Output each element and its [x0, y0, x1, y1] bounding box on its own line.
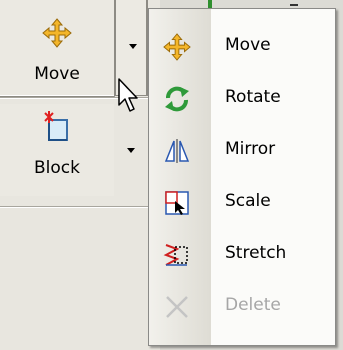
- stretch-icon: [163, 241, 191, 269]
- background-fragment: [290, 4, 298, 6]
- toolbar-divider: [0, 206, 150, 208]
- background-fragment: [208, 0, 212, 8]
- chevron-down-icon: [127, 148, 135, 153]
- menu-item-label: Move: [225, 35, 271, 55]
- block-insert-icon: [0, 110, 114, 148]
- scale-icon: [163, 189, 191, 217]
- chevron-down-icon: [129, 44, 137, 49]
- mouse-pointer-icon: [118, 78, 142, 118]
- menu-item-rotate[interactable]: Rotate: [149, 73, 335, 125]
- move-arrows-icon: [163, 33, 191, 61]
- menu-item-move[interactable]: Move: [149, 21, 335, 73]
- menu-item-delete[interactable]: Delete: [149, 281, 335, 333]
- mirror-icon: [163, 137, 191, 165]
- menu-item-stretch[interactable]: Stretch: [149, 229, 335, 281]
- move-arrows-icon: [0, 18, 114, 52]
- menu-item-label: Mirror: [225, 139, 276, 159]
- menu-item-label: Delete: [225, 295, 281, 315]
- rotate-icon: [163, 85, 191, 113]
- menu-item-mirror[interactable]: Mirror: [149, 125, 335, 177]
- block-button-label: Block: [34, 158, 80, 178]
- menu-item-scale[interactable]: Scale: [149, 177, 335, 229]
- menu-item-label: Rotate: [225, 87, 281, 107]
- move-button[interactable]: Move: [0, 0, 115, 97]
- menu-item-label: Scale: [225, 191, 271, 211]
- modify-toolbar: Move Block: [0, 0, 160, 350]
- block-button[interactable]: Block: [0, 104, 115, 196]
- menu-item-label: Stretch: [225, 243, 287, 263]
- delete-icon: [163, 293, 191, 321]
- move-dropdown-menu: Move Rotate Mirror Scale Stretch Delete: [148, 8, 336, 346]
- move-button-label: Move: [34, 64, 80, 84]
